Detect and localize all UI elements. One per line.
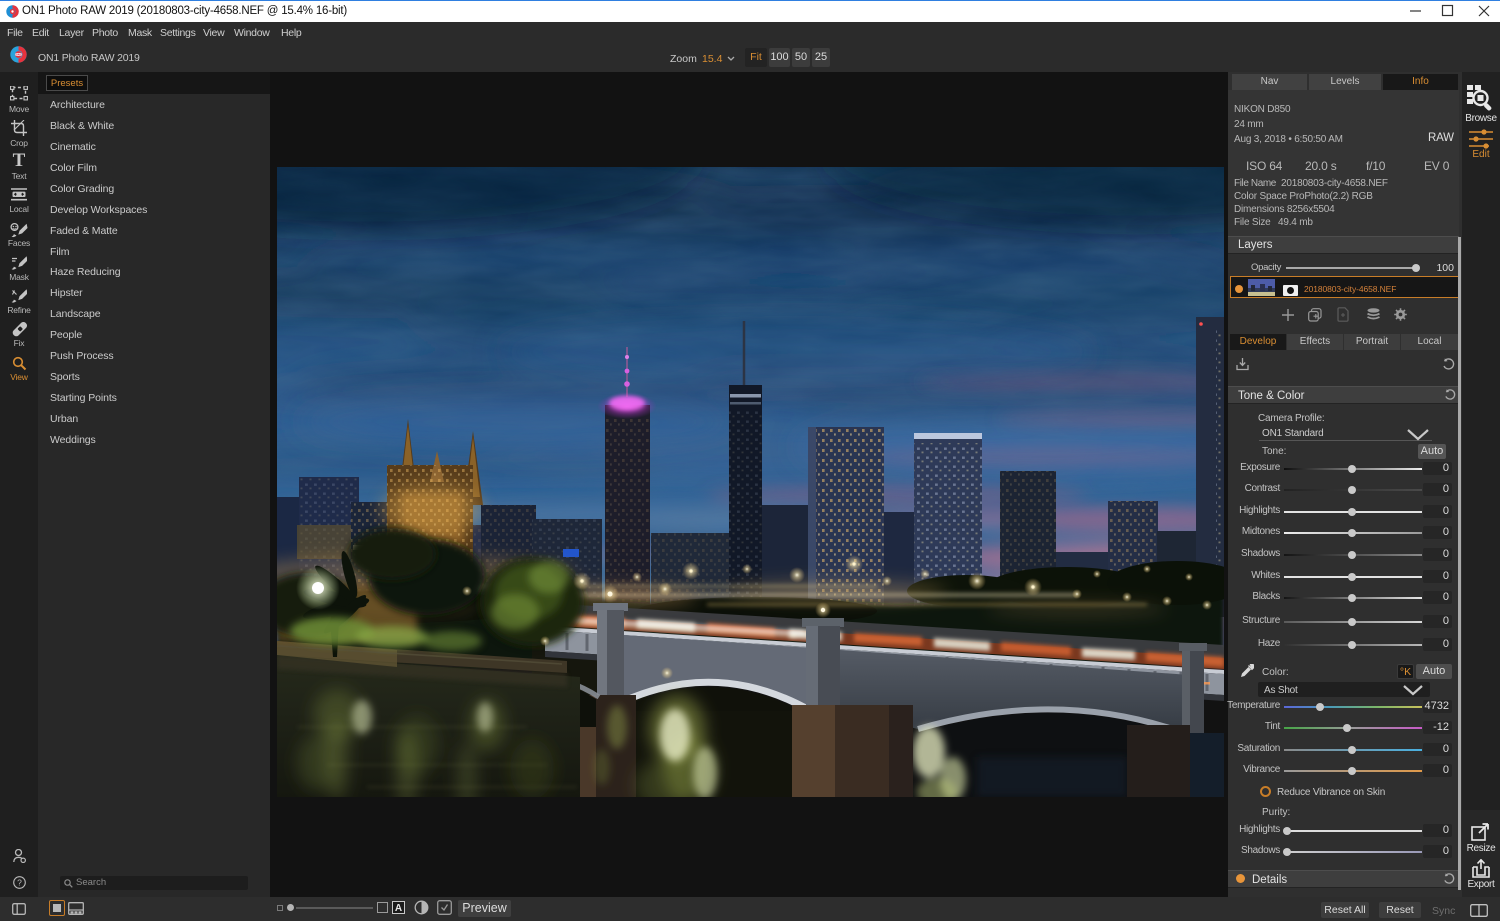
svg-text:?: ? bbox=[17, 877, 22, 887]
svg-text:ON1: ON1 bbox=[16, 53, 22, 57]
